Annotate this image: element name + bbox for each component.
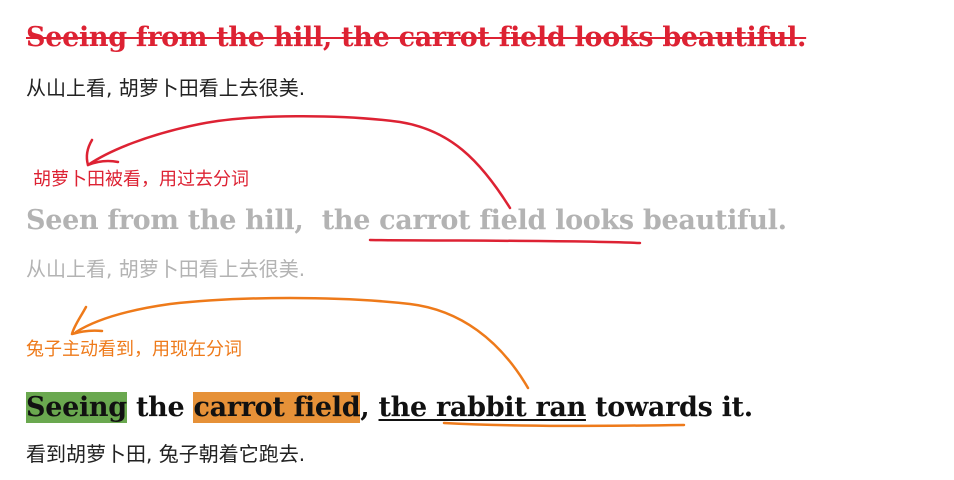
- past-participle-sentence-chinese: 从山上看, 胡萝卜田看上去很美.: [26, 257, 306, 281]
- wrong-sentence-chinese: 从山上看, 胡萝卜田看上去很美.: [26, 76, 306, 100]
- object-highlight: carrot field: [193, 392, 361, 423]
- past-participle-sentence-english: Seen from the hill, the carrot field loo…: [26, 203, 787, 239]
- red-underline: [368, 238, 642, 245]
- article-word: the: [135, 392, 185, 423]
- subject-underlined: the rabbit ran: [378, 392, 587, 423]
- red-arrow-hook: [85, 138, 120, 167]
- participle-highlight: Seeing: [26, 392, 127, 423]
- orange-arrow-hook: [70, 305, 104, 336]
- participle-clause: Seen from the hill,: [26, 205, 304, 236]
- present-participle-note: 兔子主动看到，用现在分词: [26, 339, 242, 360]
- present-participle-sentence-english: Seeing the carrot field, the rabbit ran …: [26, 390, 753, 426]
- comma: ,: [360, 392, 370, 423]
- wrong-sentence-english: Seeing from the hill, the carrot field l…: [26, 22, 807, 53]
- red-arrow-curve: [86, 114, 512, 210]
- past-participle-note: 胡萝卜田被看，用过去分词: [33, 169, 249, 190]
- sentence-subject: the carrot field: [321, 205, 547, 236]
- sentence-rest: towards it.: [595, 392, 753, 423]
- present-participle-sentence-chinese: 看到胡萝卜田, 兔子朝着它跑去.: [26, 442, 306, 466]
- sentence-predicate: looks beautiful.: [555, 205, 787, 236]
